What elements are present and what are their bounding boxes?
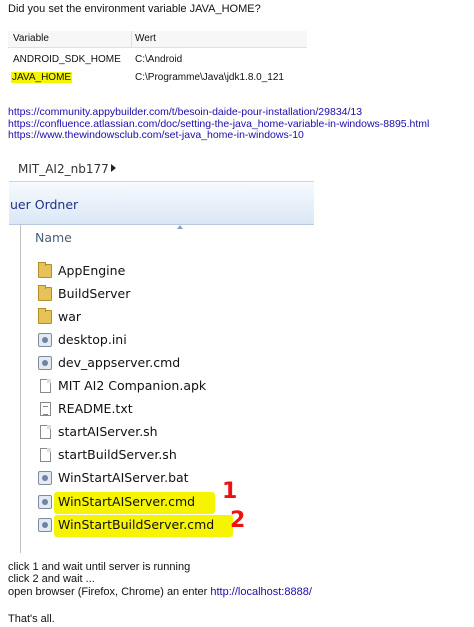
variable-name: ANDROID_SDK_HOME bbox=[13, 54, 121, 65]
file-icon bbox=[40, 425, 51, 439]
folder-icon bbox=[38, 262, 52, 278]
link-community[interactable]: https://community.appybuilder.com/t/beso… bbox=[8, 106, 429, 119]
file-item[interactable]: MIT AI2 Companion.apk bbox=[38, 377, 308, 397]
instruction-text: open browser (Firefox, Chrome) an enter bbox=[8, 585, 211, 598]
file-item[interactable]: desktop.ini bbox=[38, 331, 308, 351]
file-name: startAIServer.sh bbox=[58, 424, 158, 439]
variable-value: C:\Android bbox=[135, 54, 183, 65]
file-name: BuildServer bbox=[58, 286, 131, 301]
file-item[interactable]: dev_appserver.cmd bbox=[38, 354, 308, 374]
file-name: dev_appserver.cmd bbox=[58, 355, 181, 370]
new-folder-button[interactable]: uer Ordner bbox=[10, 197, 78, 212]
file-name: startBuildServer.sh bbox=[58, 447, 177, 462]
cmd-file-icon bbox=[38, 356, 52, 370]
folder-icon bbox=[38, 308, 52, 324]
file-item[interactable]: AppEngine bbox=[38, 262, 308, 282]
localhost-link[interactable]: http://localhost:8888/ bbox=[210, 586, 312, 598]
file-item[interactable]: war bbox=[38, 308, 308, 328]
breadcrumb[interactable]: MIT_AI2_nb177 bbox=[18, 162, 109, 176]
file-name: WinStartBuildServer.cmd bbox=[58, 517, 215, 532]
file-name: war bbox=[58, 309, 82, 324]
file-item[interactable]: WinStartAIServer.bat bbox=[38, 469, 308, 489]
settings-file-icon bbox=[38, 333, 52, 347]
closing-text: That's all. bbox=[8, 613, 55, 625]
explorer-toolbar: uer Ordner bbox=[9, 181, 314, 225]
breadcrumb-arrow-icon[interactable] bbox=[111, 164, 116, 172]
file-name: desktop.ini bbox=[58, 332, 127, 347]
column-variable-header: Variable bbox=[13, 33, 49, 44]
file-item[interactable]: README.txt bbox=[38, 400, 308, 420]
text-file-icon bbox=[40, 402, 51, 416]
environment-variables-table: Variable Wert ANDROID_SDK_HOME C:\Androi… bbox=[8, 31, 307, 91]
file-icon bbox=[40, 379, 51, 393]
file-name: WinStartAIServer.cmd bbox=[58, 494, 196, 509]
file-list-pane: Name AppEngine BuildServer war desktop.i… bbox=[20, 225, 314, 553]
table-row: ANDROID_SDK_HOME C:\Android bbox=[8, 51, 307, 69]
table-header: Variable Wert bbox=[8, 31, 307, 48]
annotation-mark-2: 2 bbox=[230, 508, 246, 533]
folder-icon bbox=[38, 285, 52, 301]
instruction-line: click 2 and wait ... bbox=[8, 573, 95, 586]
instructions: click 1 and wait until server is running… bbox=[8, 561, 312, 598]
file-item[interactable]: startBuildServer.sh bbox=[38, 446, 308, 466]
file-name: WinStartAIServer.bat bbox=[58, 470, 189, 485]
file-name: AppEngine bbox=[58, 263, 126, 278]
instruction-line: open browser (Firefox, Chrome) an enter … bbox=[8, 586, 312, 598]
question-text: Did you set the environment variable JAV… bbox=[8, 3, 261, 15]
column-divider bbox=[131, 31, 132, 48]
sort-caret-icon bbox=[177, 225, 183, 229]
cmd-file-icon bbox=[38, 495, 52, 509]
cmd-file-icon bbox=[38, 518, 52, 532]
file-item-highlighted[interactable]: WinStartAIServer.cmd bbox=[38, 493, 308, 513]
file-item[interactable]: startAIServer.sh bbox=[38, 423, 308, 443]
file-icon bbox=[40, 448, 51, 462]
file-name: MIT AI2 Companion.apk bbox=[58, 378, 207, 393]
table-row: JAVA_HOME C:\Programme\Java\jdk1.8.0_121 bbox=[8, 69, 307, 87]
file-item-highlighted[interactable]: WinStartBuildServer.cmd bbox=[38, 516, 308, 536]
annotation-mark-1: 1 bbox=[222, 479, 238, 504]
reference-links: https://community.appybuilder.com/t/beso… bbox=[8, 106, 429, 142]
variable-value: C:\Programme\Java\jdk1.8.0_121 bbox=[135, 72, 284, 83]
file-explorer-window: MIT_AI2_nb177 uer Ordner Name AppEngine … bbox=[9, 153, 314, 553]
batch-file-icon bbox=[38, 471, 52, 485]
name-column-header[interactable]: Name bbox=[35, 230, 72, 245]
link-windowsclub[interactable]: https://www.thewindowsclub.com/set-java_… bbox=[8, 130, 429, 142]
file-name: README.txt bbox=[58, 401, 133, 416]
instruction-line: click 1 and wait until server is running bbox=[8, 561, 191, 573]
variable-name-highlighted: JAVA_HOME bbox=[11, 72, 73, 83]
file-item[interactable]: BuildServer bbox=[38, 285, 308, 305]
column-value-header: Wert bbox=[135, 33, 156, 44]
